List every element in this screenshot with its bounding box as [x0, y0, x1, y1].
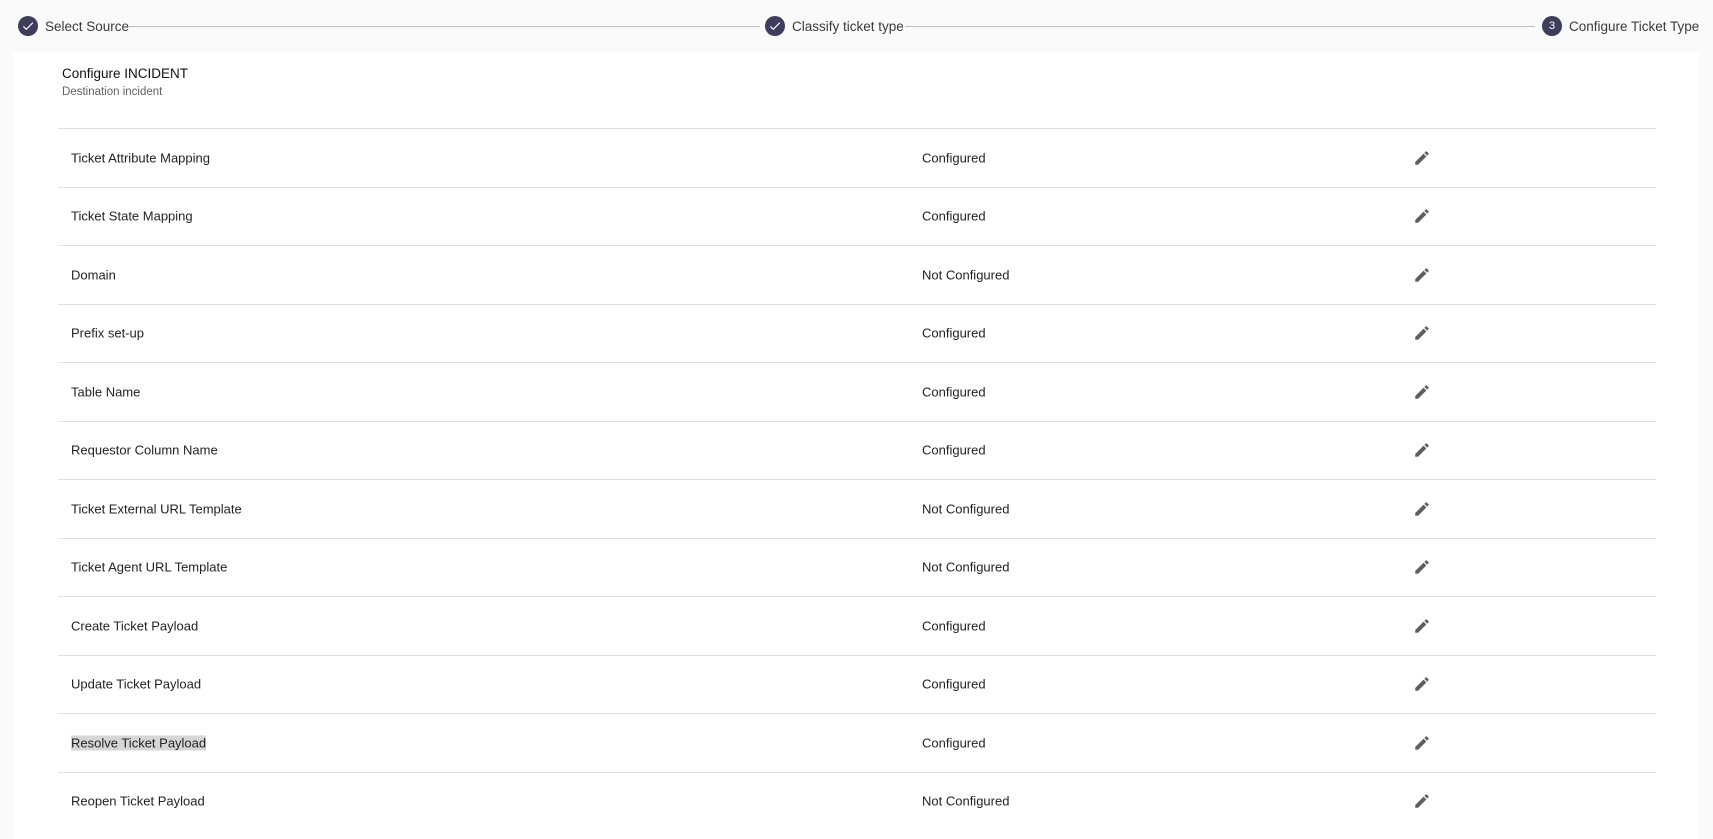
table-row: Table Name Configured [58, 362, 1656, 421]
row-name: Resolve Ticket Payload [71, 735, 207, 751]
check-icon [18, 16, 38, 36]
configuration-table: Ticket Attribute Mapping Configured Ticket… [58, 128, 1656, 830]
pencil-edit-icon[interactable] [1410, 438, 1434, 462]
row-status: Configured [922, 384, 986, 400]
row-name: Ticket Attribute Mapping [71, 150, 210, 166]
row-status: Configured [922, 325, 986, 341]
row-name: Ticket External URL Template [71, 501, 242, 517]
step-number-badge: 3 [1542, 16, 1562, 36]
row-status: Not Configured [922, 559, 1010, 575]
row-status: Configured [922, 208, 986, 224]
step-label: Configure Ticket Type [1569, 18, 1700, 34]
pencil-edit-icon[interactable] [1410, 672, 1434, 696]
step-connector [905, 26, 1535, 27]
pencil-edit-icon[interactable] [1410, 204, 1434, 228]
table-row: Ticket External URL Template Not Configur… [58, 479, 1656, 538]
card-subtitle: Destination incident [62, 86, 163, 98]
table-row: Ticket Attribute Mapping Configured [58, 128, 1656, 187]
row-status: Configured [922, 442, 986, 458]
step-classify-ticket-type[interactable]: Classify ticket type [765, 16, 904, 36]
row-status: Not Configured [922, 501, 1010, 517]
step-connector [129, 26, 760, 27]
pencil-edit-icon[interactable] [1410, 321, 1434, 345]
card-title: Configure INCIDENT [62, 66, 189, 81]
row-status: Configured [922, 150, 986, 166]
row-status: Configured [922, 618, 986, 634]
pencil-edit-icon[interactable] [1410, 497, 1434, 521]
pencil-edit-icon[interactable] [1410, 380, 1434, 404]
table-row: Resolve Ticket Payload Configured [58, 713, 1656, 772]
pencil-edit-icon[interactable] [1410, 789, 1434, 813]
pencil-edit-icon[interactable] [1410, 731, 1434, 755]
step-label: Classify ticket type [792, 18, 904, 34]
row-status: Not Configured [922, 267, 1010, 283]
row-status: Configured [922, 735, 986, 751]
row-name: Prefix set-up [71, 325, 144, 341]
pencil-edit-icon[interactable] [1410, 555, 1434, 579]
row-status: Not Configured [922, 793, 1010, 809]
table-row: Reopen Ticket Payload Not Configured [58, 771, 1656, 831]
step-label: Select Source [45, 18, 130, 34]
row-status: Configured [922, 676, 986, 692]
table-row: Requestor Column Name Configured [58, 420, 1656, 480]
table-row: Domain Not Configured [58, 245, 1656, 304]
pencil-edit-icon[interactable] [1410, 614, 1434, 638]
row-name: Ticket State Mapping [71, 208, 193, 224]
row-name: Create Ticket Payload [71, 618, 199, 634]
table-row: Ticket Agent URL Template Not Configured [58, 537, 1656, 597]
row-name: Requestor Column Name [71, 442, 218, 458]
table-row: Ticket State Mapping Configured [58, 186, 1656, 246]
table-row: Prefix set-up Configured [58, 303, 1656, 363]
check-icon [765, 16, 785, 36]
configuration-card: Configure INCIDENT Destination incident … [13, 52, 1699, 839]
step-select-source[interactable]: Select Source [18, 16, 129, 36]
row-name: Table Name [71, 384, 141, 400]
step-configure-ticket-type[interactable]: 3 Configure Ticket Type [1542, 16, 1699, 36]
pencil-edit-icon[interactable] [1410, 263, 1434, 287]
pencil-edit-icon[interactable] [1410, 146, 1434, 170]
stepper: Select Source Classify ticket type 3 Con… [0, 0, 1713, 52]
table-row: Update Ticket Payload Configured [58, 654, 1656, 714]
row-name: Domain [71, 267, 116, 283]
row-name: Update Ticket Payload [71, 676, 202, 692]
table-row: Create Ticket Payload Configured [58, 596, 1656, 655]
row-name: Ticket Agent URL Template [71, 559, 228, 575]
row-name: Reopen Ticket Payload [71, 793, 205, 809]
